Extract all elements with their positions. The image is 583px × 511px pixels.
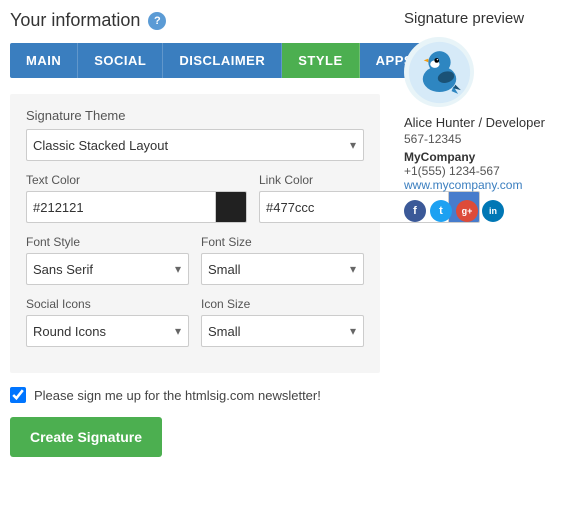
sig-name-text: Alice Hunter: [404, 115, 475, 130]
font-style-label: Font Style: [26, 235, 189, 249]
icons-row: Social Icons Round IconsSquare IconsNo I…: [26, 297, 364, 347]
right-panel: Signature preview Alice Hunter / Develop…: [390, 0, 583, 511]
sig-name: Alice Hunter / Developer: [404, 115, 569, 130]
page-title: Your information: [10, 10, 140, 31]
sig-role-separator: /: [478, 115, 485, 130]
text-color-input[interactable]: [26, 191, 215, 223]
sig-company-phone: +1(555) 1234-567: [404, 164, 569, 178]
tab-main[interactable]: MAIN: [10, 43, 78, 78]
form-area: Signature Theme Classic Stacked LayoutHo…: [10, 94, 380, 373]
signature-avatar: [404, 37, 474, 107]
create-signature-button[interactable]: Create Signature: [10, 417, 162, 457]
theme-select-wrapper: Classic Stacked LayoutHorizontal LayoutM…: [26, 129, 364, 161]
font-size-wrapper: SmallMediumLarge: [201, 253, 364, 285]
linkedin-icon[interactable]: in: [482, 200, 504, 222]
social-icons-wrapper: Round IconsSquare IconsNo Icons: [26, 315, 189, 347]
tab-social[interactable]: SOCIAL: [78, 43, 163, 78]
icon-size-select[interactable]: SmallMediumLarge: [201, 315, 364, 347]
font-size-select[interactable]: SmallMediumLarge: [201, 253, 364, 285]
font-row: Font Style Sans SerifSerifMonospace Font…: [26, 235, 364, 285]
icon-size-label: Icon Size: [201, 297, 364, 311]
newsletter-checkbox[interactable]: [10, 387, 26, 403]
font-size-group: Font Size SmallMediumLarge: [201, 235, 364, 285]
font-style-select[interactable]: Sans SerifSerifMonospace: [26, 253, 189, 285]
font-size-label: Font Size: [201, 235, 364, 249]
preview-title: Signature preview: [404, 10, 569, 27]
text-color-label: Text Color: [26, 173, 247, 187]
theme-label: Signature Theme: [26, 108, 364, 123]
social-icons-group: Social Icons Round IconsSquare IconsNo I…: [26, 297, 189, 347]
social-icons-label: Social Icons: [26, 297, 189, 311]
social-icons-preview: f t g+ in: [404, 200, 569, 222]
google-icon[interactable]: g+: [456, 200, 478, 222]
text-color-swatch[interactable]: [215, 191, 247, 223]
newsletter-row: Please sign me up for the htmlsig.com ne…: [10, 387, 380, 403]
newsletter-label: Please sign me up for the htmlsig.com ne…: [34, 388, 321, 403]
icon-size-group: Icon Size SmallMediumLarge: [201, 297, 364, 347]
text-color-group: Text Color: [26, 173, 247, 223]
theme-select[interactable]: Classic Stacked LayoutHorizontal LayoutM…: [26, 129, 364, 161]
tab-disclaimer[interactable]: DISCLAIMER: [163, 43, 282, 78]
font-style-wrapper: Sans SerifSerifMonospace: [26, 253, 189, 285]
font-style-group: Font Style Sans SerifSerifMonospace: [26, 235, 189, 285]
twitter-icon[interactable]: t: [430, 200, 452, 222]
social-icons-select[interactable]: Round IconsSquare IconsNo Icons: [26, 315, 189, 347]
help-icon[interactable]: ?: [148, 12, 166, 30]
sig-website: www.mycompany.com: [404, 178, 569, 192]
tab-style[interactable]: STYLE: [282, 43, 359, 78]
color-row: Text Color Link Color: [26, 173, 364, 223]
sig-role: Developer: [486, 115, 545, 130]
icon-size-wrapper: SmallMediumLarge: [201, 315, 364, 347]
tab-bar: MAIN SOCIAL DISCLAIMER STYLE APPS: [10, 43, 380, 78]
text-color-field: [26, 191, 247, 223]
left-panel: Your information ? MAIN SOCIAL DISCLAIME…: [0, 0, 390, 511]
bird-illustration: [407, 40, 472, 105]
sig-company: MyCompany: [404, 150, 569, 164]
page-header: Your information ?: [10, 10, 380, 31]
sig-phone: 567-12345: [404, 132, 569, 146]
facebook-icon[interactable]: f: [404, 200, 426, 222]
